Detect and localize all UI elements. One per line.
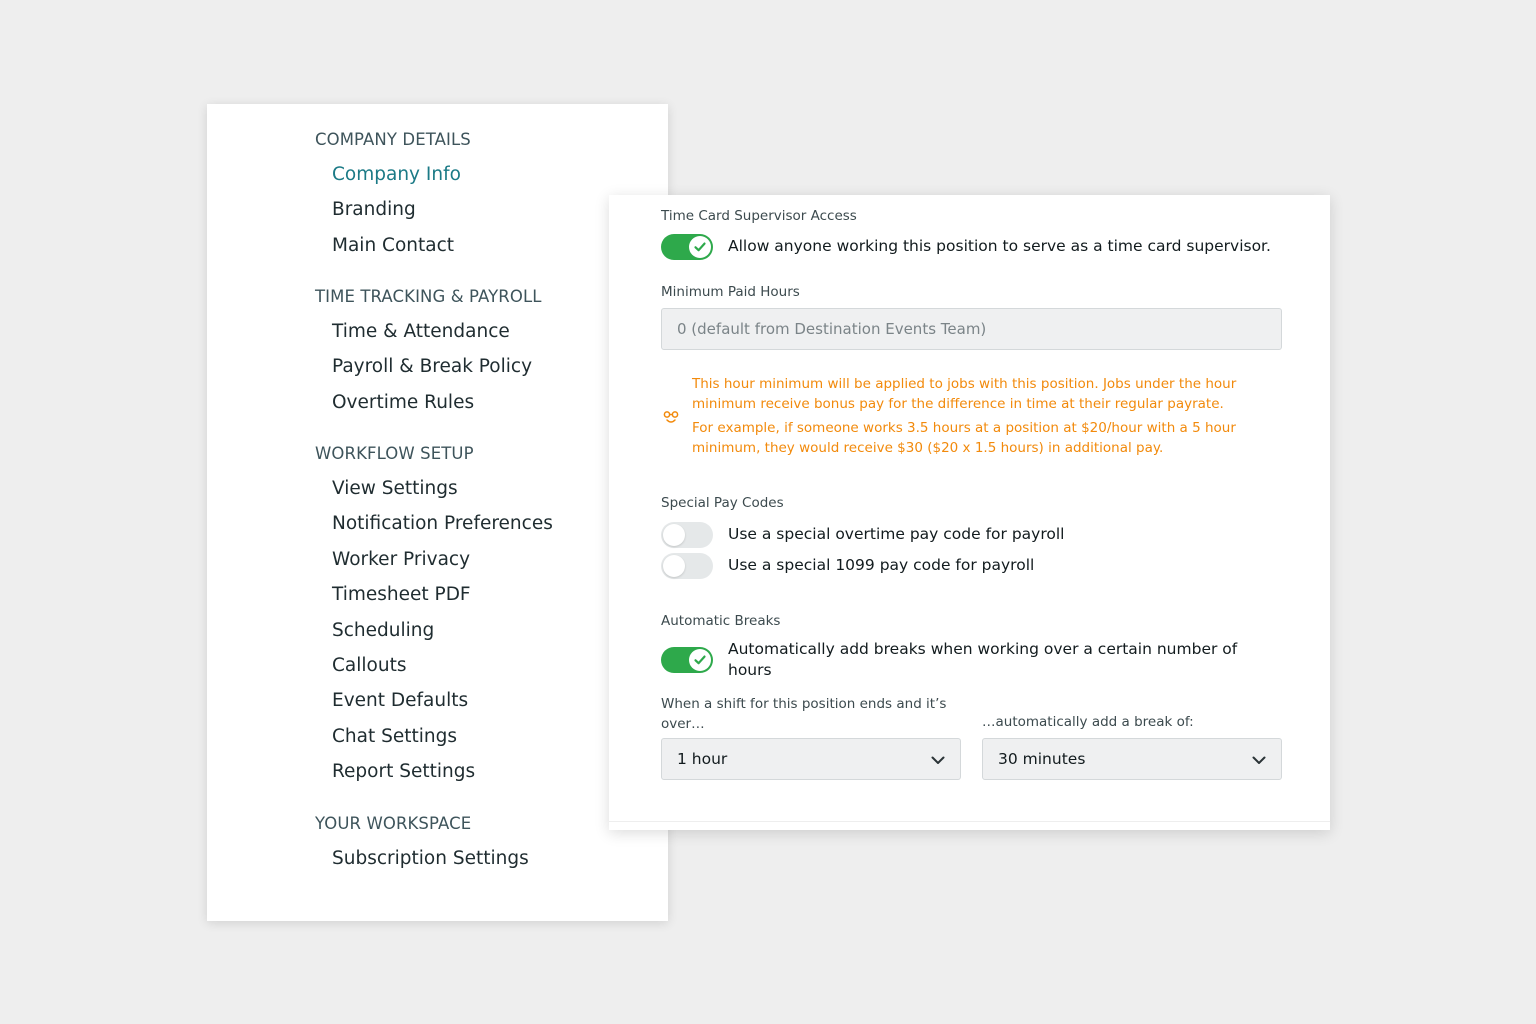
sidebar-item-branding[interactable]: Branding bbox=[332, 192, 645, 227]
shift-threshold-select[interactable]: 1 hour bbox=[661, 738, 961, 780]
sidebar-item-payroll-break-policy[interactable]: Payroll & Break Policy bbox=[332, 349, 645, 384]
shift-threshold-label: When a shift for this position ends and … bbox=[661, 696, 947, 732]
overtime-pay-code-toggle[interactable] bbox=[661, 522, 713, 548]
sidebar-item-worker-privacy[interactable]: Worker Privacy bbox=[332, 542, 645, 577]
chevron-down-icon bbox=[1252, 750, 1266, 769]
sidebar-item-main-contact[interactable]: Main Contact bbox=[332, 228, 645, 263]
sidebar-section-your-workspace: YOUR WORKSPACE Subscription Settings bbox=[315, 815, 645, 876]
sidebar-section-workflow-setup: WORKFLOW SETUP View Settings Notificatio… bbox=[315, 445, 645, 790]
position-settings-panel: Time Card Supervisor Access Allow anyone… bbox=[609, 195, 1330, 830]
supervisor-access-toggle[interactable] bbox=[661, 234, 713, 260]
supervisor-access-label: Time Card Supervisor Access bbox=[661, 208, 857, 224]
minimum-paid-hours-label: Minimum Paid Hours bbox=[661, 284, 800, 300]
sidebar-item-chat-settings[interactable]: Chat Settings bbox=[332, 719, 645, 754]
settings-sidebar: COMPANY DETAILS Company Info Branding Ma… bbox=[207, 104, 668, 921]
automatic-breaks-text: Automatically add breaks when working ov… bbox=[728, 640, 1238, 679]
check-icon bbox=[689, 649, 711, 671]
supervisor-access-text: Allow anyone working this position to se… bbox=[728, 237, 1271, 255]
automatic-breaks-toggle[interactable] bbox=[661, 647, 713, 673]
section-header: YOUR WORKSPACE bbox=[315, 814, 472, 833]
sidebar-item-subscription-settings[interactable]: Subscription Settings bbox=[332, 841, 645, 876]
sidebar-item-company-info[interactable]: Company Info bbox=[332, 157, 645, 192]
break-length-select[interactable]: 30 minutes bbox=[982, 738, 1282, 780]
check-icon bbox=[689, 236, 711, 258]
overtime-pay-code-text: Use a special overtime pay code for payr… bbox=[728, 525, 1065, 543]
section-header: TIME TRACKING & PAYROLL bbox=[315, 287, 542, 306]
special-pay-codes-label: Special Pay Codes bbox=[661, 495, 784, 511]
supervisor-access-row: Allow anyone working this position to se… bbox=[661, 234, 1271, 260]
sidebar-item-notification-preferences[interactable]: Notification Preferences bbox=[332, 506, 645, 541]
sidebar-item-report-settings[interactable]: Report Settings bbox=[332, 754, 645, 789]
pay-code-1099-row: Use a special 1099 pay code for payroll bbox=[661, 553, 1034, 579]
hint-text: This hour minimum will be applied to job… bbox=[692, 375, 1272, 459]
hint-paragraph-1: This hour minimum will be applied to job… bbox=[692, 376, 1237, 412]
sidebar-item-view-settings[interactable]: View Settings bbox=[332, 471, 645, 506]
break-length-label: …automatically add a break of: bbox=[982, 714, 1194, 730]
pay-code-1099-text: Use a special 1099 pay code for payroll bbox=[728, 556, 1035, 574]
sidebar-section-company-details: COMPANY DETAILS Company Info Branding Ma… bbox=[315, 131, 645, 263]
sidebar-item-scheduling[interactable]: Scheduling bbox=[332, 613, 645, 648]
sidebar-item-event-defaults[interactable]: Event Defaults bbox=[332, 683, 645, 718]
section-header: WORKFLOW SETUP bbox=[315, 444, 474, 463]
hint-face-icon bbox=[661, 407, 681, 427]
divider bbox=[609, 821, 1330, 822]
sidebar-item-overtime-rules[interactable]: Overtime Rules bbox=[332, 385, 645, 420]
pay-code-1099-toggle[interactable] bbox=[661, 553, 713, 579]
hint-paragraph-2: For example, if someone works 3.5 hours … bbox=[692, 420, 1236, 456]
select-value: 1 hour bbox=[677, 750, 728, 768]
automatic-breaks-label: Automatic Breaks bbox=[661, 613, 781, 629]
overtime-pay-code-row: Use a special overtime pay code for payr… bbox=[661, 522, 1064, 548]
sidebar-item-callouts[interactable]: Callouts bbox=[332, 648, 645, 683]
chevron-down-icon bbox=[931, 750, 945, 769]
automatic-breaks-row: Automatically add breaks when working ov… bbox=[661, 640, 1251, 681]
sidebar-section-time-tracking: TIME TRACKING & PAYROLL Time & Attendanc… bbox=[315, 288, 645, 420]
toggle-knob bbox=[663, 555, 685, 577]
sidebar-item-time-attendance[interactable]: Time & Attendance bbox=[332, 314, 645, 349]
section-header: COMPANY DETAILS bbox=[315, 130, 471, 149]
select-value: 30 minutes bbox=[998, 750, 1086, 768]
minimum-paid-hours-input[interactable] bbox=[661, 308, 1282, 350]
sidebar-item-timesheet-pdf[interactable]: Timesheet PDF bbox=[332, 577, 645, 612]
toggle-knob bbox=[663, 524, 685, 546]
